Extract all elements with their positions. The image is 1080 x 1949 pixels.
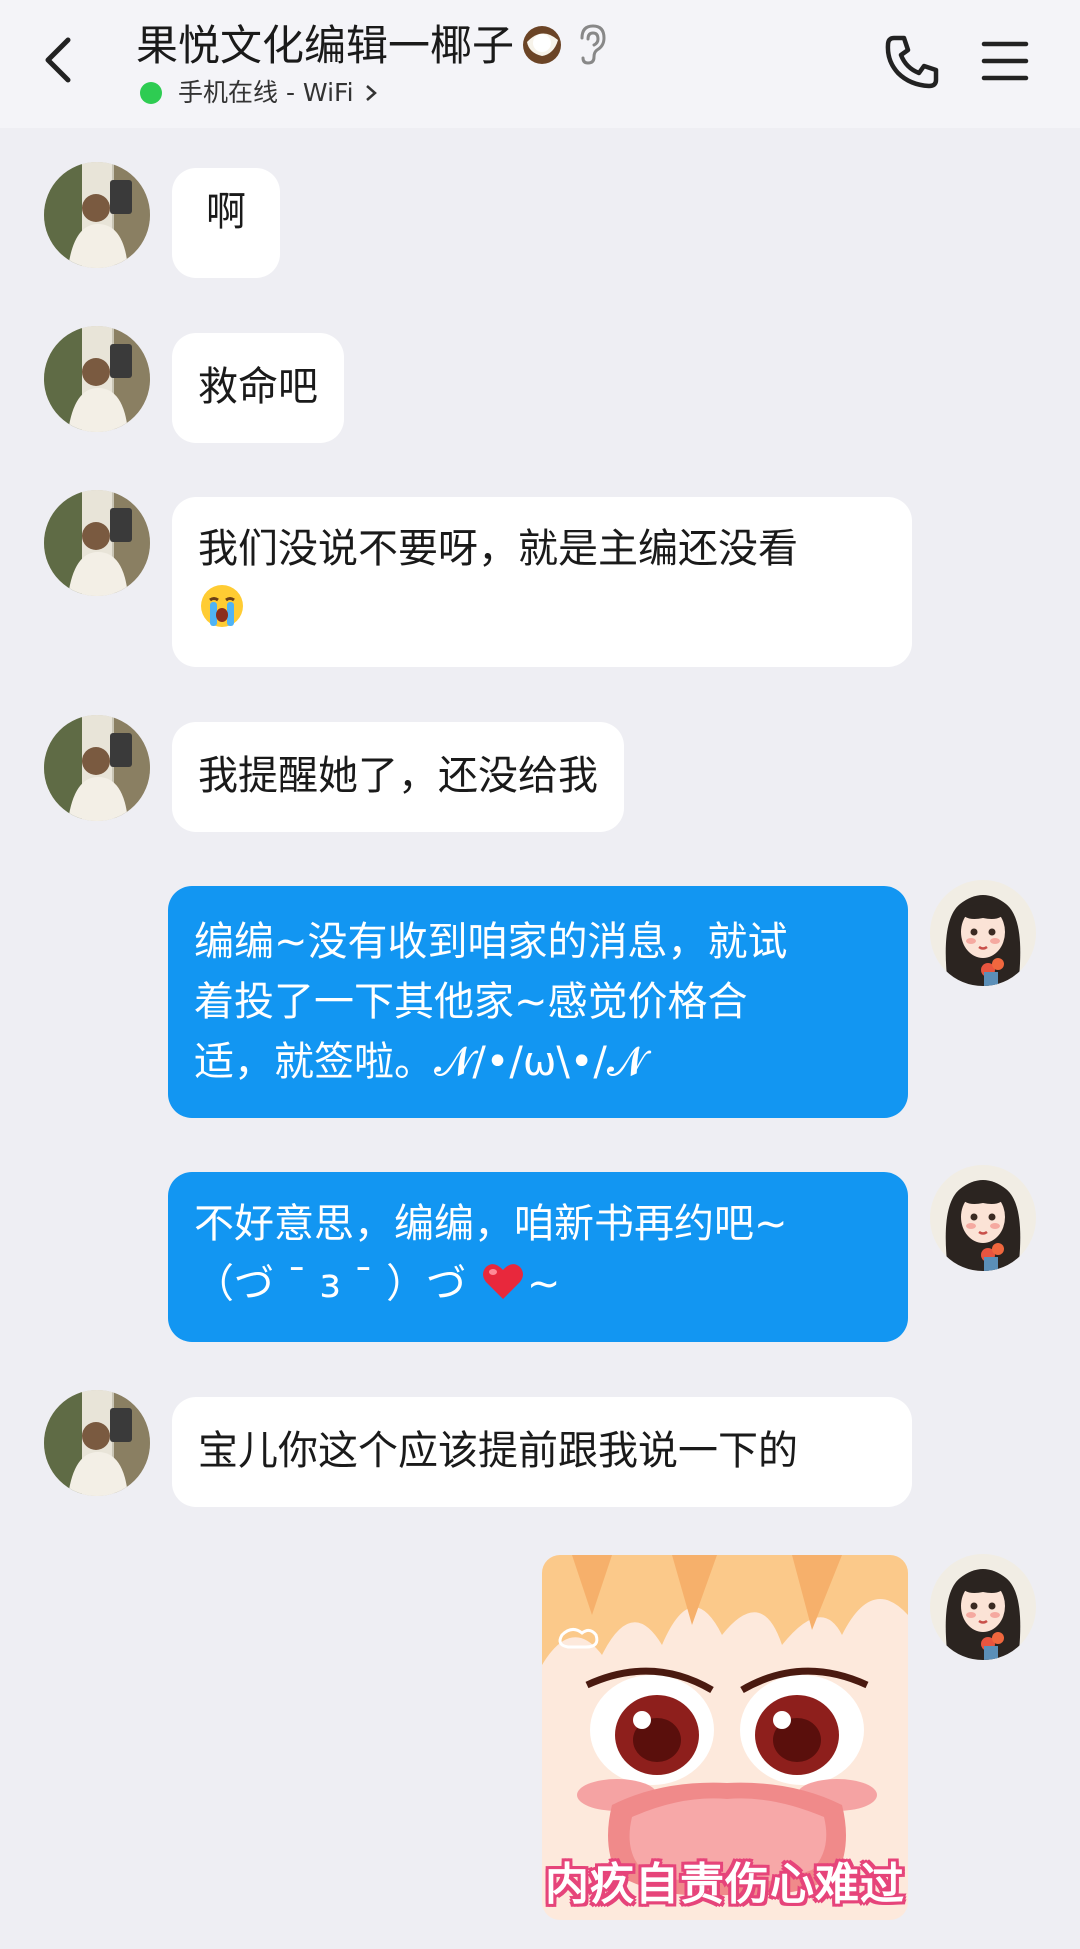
contact-avatar[interactable] [44,162,150,268]
message-text-line: （づ ˉ ɜ ˉ ）づ [194,1261,479,1307]
menu-icon [981,41,1029,81]
message-text-tail: ~ [526,1261,561,1307]
voice-call-button[interactable] [880,30,944,94]
message-bubble[interactable]: 救命吧 [172,333,344,443]
message-bubble[interactable]: 我们没说不要呀，就是主编还没看 [172,497,912,667]
back-button[interactable] [38,30,82,90]
message-bubble[interactable]: 不好意思，编编，咱新书再约吧~ （づ ˉ ɜ ˉ ）づ ~ [168,1172,908,1342]
message-bubble[interactable]: 编编~没有收到咱家的消息，就试 着投了一下其他家~感觉价格合 适，就签啦。𝓝/•… [168,886,908,1118]
contact-avatar[interactable] [44,326,150,432]
sticker-caption: 内疚自责伤心难过 [545,1859,905,1910]
self-avatar[interactable] [930,1554,1036,1660]
message-bubble[interactable]: 啊 [172,168,280,278]
status-text: 手机在线 - WiFi [178,78,354,107]
online-dot-icon [140,82,162,104]
self-avatar[interactable] [930,1165,1036,1271]
back-arrow-icon [45,37,71,83]
message-text-line: 编编~没有收到咱家的消息，就试 [194,919,788,965]
contact-avatar[interactable] [44,1390,150,1496]
message-text-line: 适，就签啦。𝓝/•/ω\•/𝓝 [194,1039,646,1085]
contact-name: 果悦文化编辑一椰子 [136,21,515,70]
message-text: 救命吧 [198,364,318,410]
ear-icon[interactable] [574,22,608,66]
crying-anime-girl-sticker[interactable]: 内疚自责伤心难过 [542,1555,908,1920]
message-text: 啊 [206,189,246,235]
message-text: 我提醒她了，还没给我 [198,753,598,799]
chat-header: 果悦文化编辑一椰子 手机在线 - WiFi [0,0,1080,128]
message-bubble[interactable]: 我提醒她了，还没给我 [172,722,624,832]
message-text: 宝儿你这个应该提前跟我说一下的 [198,1428,798,1474]
contact-avatar[interactable] [44,490,150,596]
contact-avatar[interactable] [44,715,150,821]
phone-icon [885,35,939,89]
message-text-line: 不好意思，编编，咱新书再约吧~ [194,1201,788,1247]
chat-title[interactable]: 果悦文化编辑一椰子 [136,18,608,74]
crying-face-emoji-icon [198,582,246,630]
heart-emoji-icon [479,1257,527,1305]
chevron-right-icon [364,78,378,101]
more-menu-button[interactable] [980,36,1030,86]
coconut-icon [518,20,566,68]
message-text-line: 着投了一下其他家~感觉价格合 [194,979,748,1025]
message-bubble[interactable]: 宝儿你这个应该提前跟我说一下的 [172,1397,912,1507]
online-status[interactable]: 手机在线 - WiFi [140,76,378,110]
message-text: 我们没说不要呀，就是主编还没看 [198,526,798,572]
self-avatar[interactable] [930,880,1036,986]
